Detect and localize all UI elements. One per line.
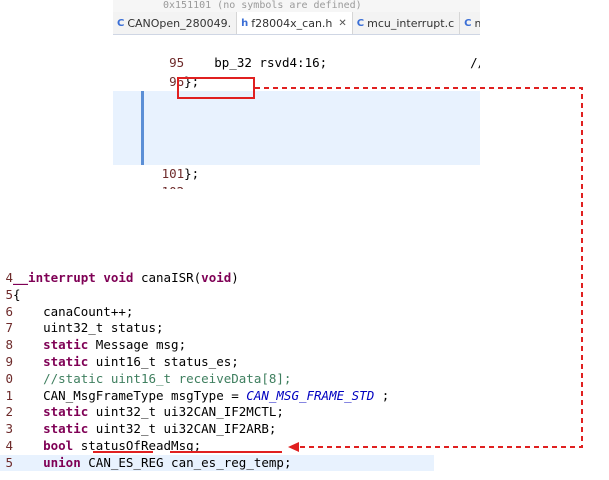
- annotation-arrow: [255, 87, 583, 452]
- dashed-connector: [255, 87, 583, 448]
- arrowhead: [288, 442, 299, 452]
